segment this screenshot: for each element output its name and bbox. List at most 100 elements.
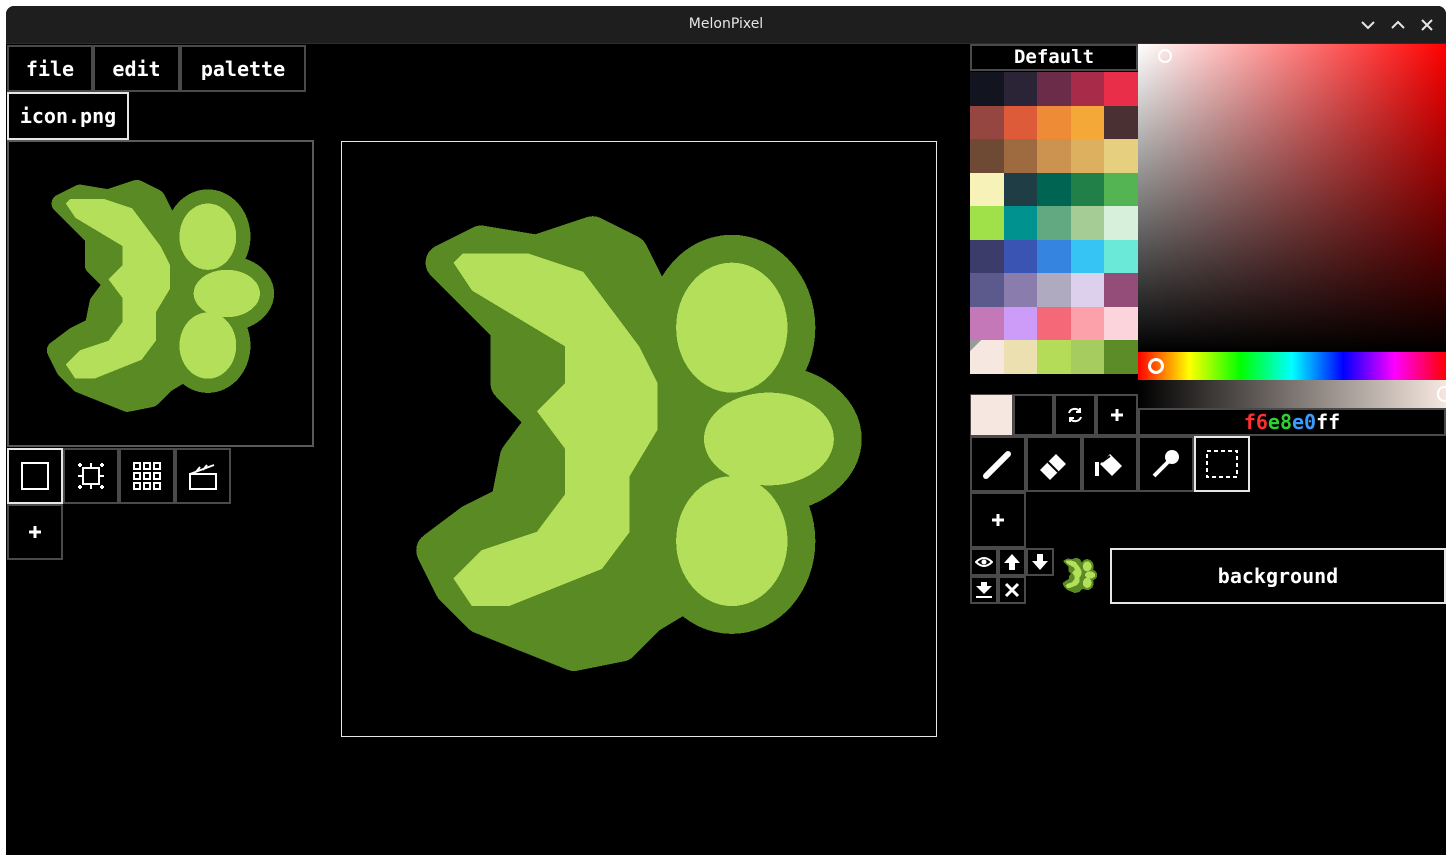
- palette-swatch[interactable]: [1003, 105, 1038, 140]
- hex-red: f6: [1243, 410, 1268, 434]
- title-bar: MelonPixel: [6, 6, 1446, 44]
- chevron-up-icon: [1391, 20, 1405, 29]
- alpha-slider-handle[interactable]: [1437, 386, 1446, 402]
- palette-swatch[interactable]: [1003, 206, 1038, 240]
- palette-swatch[interactable]: [1037, 172, 1071, 207]
- palette-grid: [970, 72, 1138, 374]
- tile-grid-button[interactable]: [119, 448, 175, 504]
- layer-move-up-button[interactable]: [998, 548, 1026, 576]
- palette-swatch[interactable]: [970, 172, 1004, 207]
- palette-swatch[interactable]: [1104, 206, 1138, 240]
- palette-swatch[interactable]: [1070, 306, 1105, 341]
- canvas-sprite: [416, 216, 862, 672]
- palette-swatch[interactable]: [1070, 273, 1105, 307]
- palette-swatch[interactable]: [1070, 340, 1105, 374]
- palette-swatch[interactable]: [1104, 239, 1138, 274]
- select-tool-button[interactable]: [1194, 436, 1250, 492]
- palette-swatch[interactable]: [1037, 306, 1071, 341]
- app-window: MelonPixel file edit palette icon.png De…: [6, 6, 1446, 855]
- layer-name[interactable]: background: [1110, 548, 1446, 604]
- palette-swatch[interactable]: [1003, 340, 1038, 374]
- palette-swatch[interactable]: [1070, 72, 1105, 106]
- layer-merge-down-button[interactable]: [970, 576, 998, 604]
- saturation-value-picker[interactable]: [1138, 44, 1446, 352]
- hex-alpha: ff: [1316, 410, 1341, 434]
- palette-swatch[interactable]: [1070, 206, 1105, 240]
- secondary-color-swatch[interactable]: [1013, 394, 1054, 436]
- hue-slider[interactable]: [1138, 352, 1446, 380]
- frame-view-button[interactable]: [7, 448, 63, 504]
- palette-swatch[interactable]: [1070, 239, 1105, 274]
- hex-color-field[interactable]: f6e8e0ff: [1138, 408, 1446, 436]
- delete-icon: [1004, 582, 1020, 598]
- hue-slider-handle[interactable]: [1148, 358, 1164, 374]
- palette-swatch[interactable]: [1037, 139, 1071, 173]
- layer-move-down-button[interactable]: [1026, 548, 1054, 576]
- eraser-tool-button[interactable]: [1026, 436, 1082, 492]
- palette-swatch[interactable]: [970, 273, 1004, 307]
- palette-swatch[interactable]: [1104, 340, 1138, 374]
- frame-select-button[interactable]: [63, 448, 119, 504]
- primary-color-swatch[interactable]: [970, 394, 1013, 436]
- minimize-button[interactable]: [1357, 14, 1379, 36]
- file-menu-button[interactable]: file: [7, 45, 93, 92]
- palette-swatch[interactable]: [1003, 273, 1038, 307]
- palette-swatch[interactable]: [1003, 306, 1038, 341]
- clapperboard-icon: [189, 464, 217, 490]
- fill-tool-button[interactable]: [1082, 436, 1138, 492]
- layer-thumbnail[interactable]: [1057, 552, 1103, 598]
- palette-swatch[interactable]: [1070, 172, 1105, 207]
- palette-swatch[interactable]: [1104, 139, 1138, 173]
- palette-swatch[interactable]: [1003, 72, 1038, 106]
- plus-icon: [1111, 409, 1123, 421]
- drawing-canvas[interactable]: [341, 141, 937, 737]
- animation-button[interactable]: [175, 448, 231, 504]
- sprite-preview: [7, 140, 314, 447]
- palette-swatch[interactable]: [970, 239, 1004, 274]
- palette-swatch[interactable]: [1037, 72, 1071, 106]
- pencil-icon: [983, 451, 1011, 479]
- palette-swatch[interactable]: [1003, 139, 1038, 173]
- palette-swatch[interactable]: [1037, 340, 1071, 374]
- layer-visibility-button[interactable]: [970, 548, 998, 576]
- palette-swatch[interactable]: [1003, 172, 1038, 207]
- palette-swatch[interactable]: [1104, 72, 1138, 106]
- sv-picker-handle[interactable]: [1158, 49, 1172, 63]
- edit-menu-button[interactable]: edit: [93, 45, 180, 92]
- selection-frame-icon: [78, 463, 104, 489]
- add-layer-button[interactable]: [970, 492, 1026, 548]
- close-button[interactable]: [1416, 14, 1438, 36]
- palette-swatch[interactable]: [970, 72, 1004, 106]
- palette-swatch[interactable]: [1104, 172, 1138, 207]
- add-frame-button[interactable]: [7, 504, 63, 560]
- palette-swatch[interactable]: [1037, 239, 1071, 274]
- add-color-button[interactable]: [1096, 394, 1138, 436]
- palette-swatch[interactable]: [1104, 105, 1138, 140]
- eraser-icon: [1040, 454, 1066, 480]
- layer-delete-button[interactable]: [998, 576, 1026, 604]
- maximize-button[interactable]: [1387, 14, 1409, 36]
- palette-menu-button[interactable]: palette: [180, 45, 306, 92]
- tab-icon-png[interactable]: icon.png: [7, 92, 129, 140]
- alpha-slider[interactable]: [1138, 380, 1446, 408]
- palette-swatch[interactable]: [1003, 239, 1038, 274]
- swap-icon: [1068, 407, 1082, 423]
- palette-swatch[interactable]: [970, 139, 1004, 173]
- eyedropper-tool-button[interactable]: [1138, 436, 1194, 492]
- palette-swatch[interactable]: [1070, 139, 1105, 173]
- pencil-tool-button[interactable]: [970, 436, 1026, 492]
- close-icon: [1421, 19, 1433, 31]
- palette-swatch[interactable]: [970, 206, 1004, 240]
- palette-swatch[interactable]: [1037, 105, 1071, 140]
- palette-swatch[interactable]: [1104, 273, 1138, 307]
- palette-swatch[interactable]: [970, 306, 1004, 341]
- palette-swatch[interactable]: [1070, 105, 1105, 140]
- selection-icon: [1206, 450, 1238, 478]
- swap-colors-button[interactable]: [1054, 394, 1096, 436]
- palette-swatch[interactable]: [1037, 206, 1071, 240]
- palette-swatch[interactable]: [1037, 273, 1071, 307]
- palette-swatch[interactable]: [1104, 306, 1138, 341]
- palette-swatch[interactable]: [970, 105, 1004, 140]
- palette-swatch[interactable]: [970, 340, 1004, 374]
- paint-bucket-icon: [1095, 454, 1122, 476]
